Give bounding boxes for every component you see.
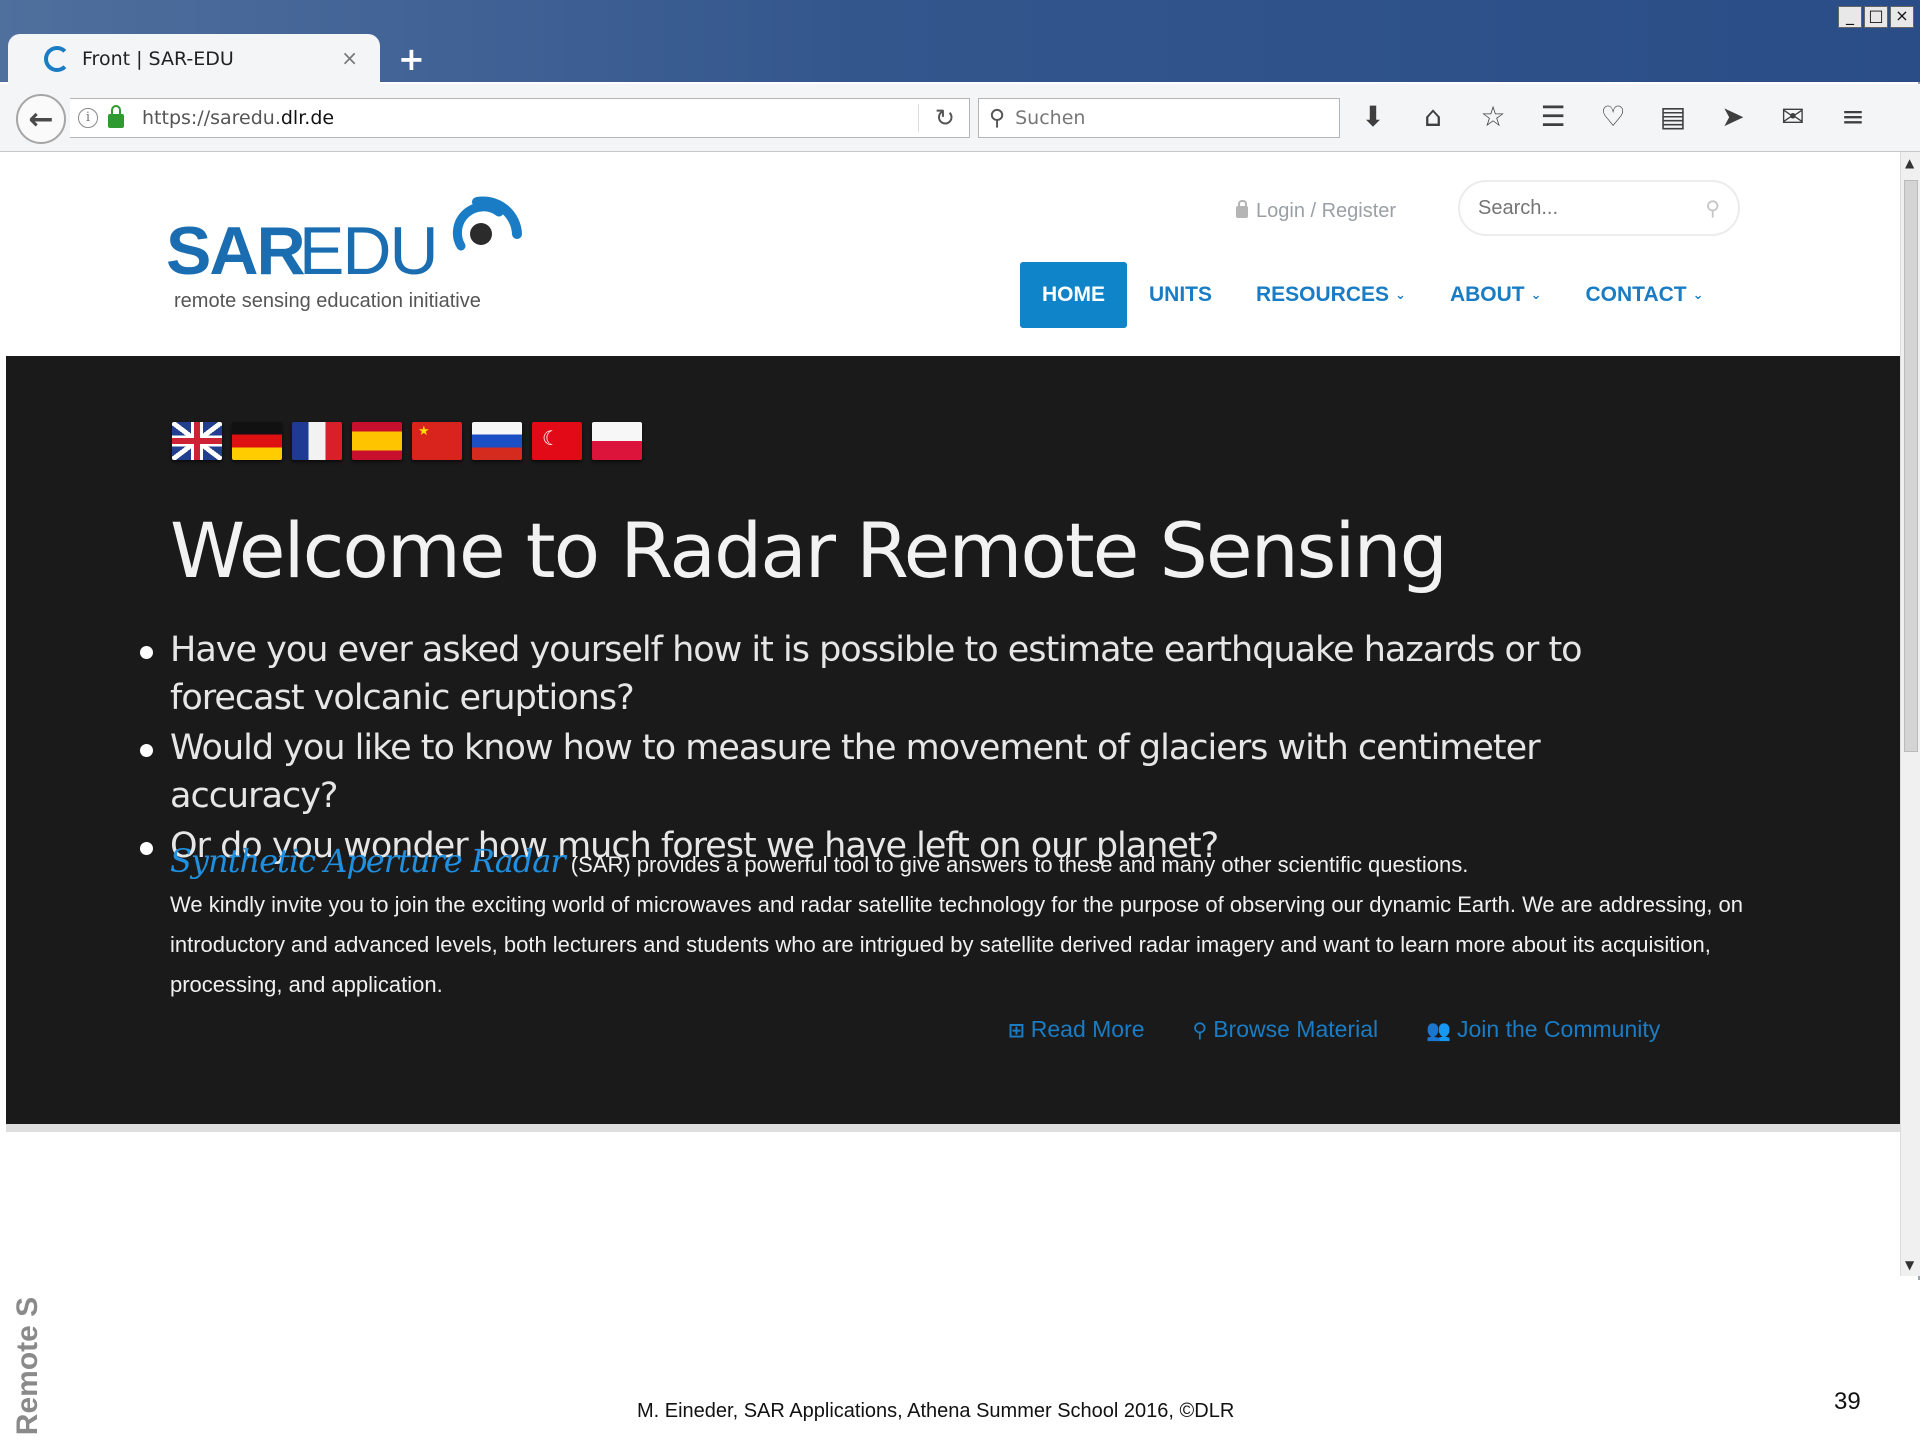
favicon-icon: [44, 46, 70, 72]
join-community-label: Join the Community: [1457, 1016, 1661, 1042]
logo-tagline: remote sensing education initiative: [174, 290, 481, 312]
read-more-link[interactable]: ⊞ Read More: [1008, 1016, 1145, 1043]
browser-toolbar: ← i https://saredu.dlr.de ↻ ⚲ Suchen ⬇ ⌂…: [0, 84, 1920, 152]
maximize-button[interactable]: □: [1864, 6, 1888, 28]
read-more-label: Read More: [1030, 1016, 1145, 1042]
slide-side-label: Remote S: [8, 1292, 48, 1440]
minimize-button[interactable]: _: [1838, 6, 1862, 28]
browser-window: _ □ × Front | SAR-EDU × + ← i https://sa…: [0, 0, 1920, 1280]
browse-material-link[interactable]: ⚲ Browse Material: [1193, 1016, 1379, 1043]
logo-edu-text: EDU: [299, 213, 439, 289]
slide-page-number: 39: [1834, 1388, 1861, 1415]
sar-script-text: Synthetic Aperture Radar: [170, 842, 566, 880]
chat-icon[interactable]: ✉: [1776, 100, 1810, 133]
nav-about-label: ABOUT: [1449, 283, 1525, 306]
users-icon: 👥: [1426, 1017, 1451, 1042]
toolbar-icons: ⬇ ⌂ ☆ ☰ ♡ ▤ ➤ ✉ ≡: [1356, 100, 1870, 133]
home-icon[interactable]: ⌂: [1416, 100, 1450, 133]
chevron-down-icon: ⌄: [1530, 287, 1542, 303]
nav-home[interactable]: HOME: [1020, 262, 1127, 328]
hero-actions: ⊞ Read More ⚲ Browse Material 👥 Join the…: [1008, 1016, 1660, 1043]
bookmark-star-icon[interactable]: ☆: [1476, 100, 1510, 133]
nav-contact[interactable]: CONTACT ⌄: [1564, 262, 1726, 328]
pocket-icon[interactable]: ♡: [1596, 100, 1630, 133]
flag-france-icon[interactable]: [292, 422, 342, 460]
nav-home-label: HOME: [1042, 283, 1105, 306]
scroll-up-icon[interactable]: ▲: [1905, 156, 1914, 170]
url-domain: dlr.de: [280, 107, 335, 129]
vertical-scrollbar[interactable]: ▲ ▼: [1900, 152, 1920, 1276]
hero-bullets: Have you ever asked yourself how it is p…: [140, 626, 1710, 872]
hero-bullet: Have you ever asked yourself how it is p…: [140, 626, 1710, 722]
tab-close-icon[interactable]: ×: [341, 46, 358, 70]
chevron-down-icon: ⌄: [1692, 287, 1704, 303]
back-button[interactable]: ←: [16, 94, 66, 144]
logo-sar-text: SAR: [166, 213, 306, 289]
hero-intro: Synthetic Aperture Radar (SAR) provides …: [170, 842, 1750, 1005]
saredu-logo[interactable]: SAR EDU remote sensing education initiat…: [166, 190, 526, 312]
search-icon[interactable]: ⚲: [1705, 196, 1720, 220]
flag-uk-icon[interactable]: [172, 422, 222, 460]
nav-contact-label: CONTACT: [1585, 283, 1687, 306]
sar-sentence: (SAR) provides a powerful tool to give a…: [564, 852, 1469, 877]
flag-germany-icon[interactable]: [232, 422, 282, 460]
url-text[interactable]: https://saredu.dlr.de: [142, 107, 334, 129]
new-tab-button[interactable]: +: [398, 40, 425, 78]
nav-units-label: UNITS: [1149, 283, 1212, 306]
title-bar: _ □ × Front | SAR-EDU × +: [0, 0, 1920, 84]
hero-title: Welcome to Radar Remote Sensing: [170, 506, 1448, 595]
send-icon[interactable]: ➤: [1716, 100, 1750, 133]
browser-search-placeholder: Suchen: [1015, 107, 1086, 129]
plus-square-icon: ⊞: [1008, 1017, 1025, 1042]
scrollbar-thumb[interactable]: [1904, 180, 1918, 752]
url-prefix: https://saredu.: [142, 107, 281, 129]
flag-china-icon[interactable]: [412, 422, 462, 460]
flag-spain-icon[interactable]: [352, 422, 402, 460]
slide-footer: M. Eineder, SAR Applications, Athena Sum…: [637, 1400, 1235, 1422]
page-viewport: SAR EDU remote sensing education initiat…: [6, 152, 1900, 1276]
site-search: ⚲: [1458, 180, 1740, 236]
info-icon[interactable]: i: [78, 108, 98, 128]
reading-list-icon[interactable]: ☰: [1536, 100, 1570, 133]
site-search-input[interactable]: [1478, 196, 1678, 220]
tab-title: Front | SAR-EDU: [82, 48, 234, 70]
main-nav: HOME UNITS RESOURCES ⌄ ABOUT ⌄ CONTACT ⌄: [1020, 262, 1726, 328]
flag-poland-icon[interactable]: [592, 422, 642, 460]
browse-material-label: Browse Material: [1213, 1016, 1379, 1042]
nav-units[interactable]: UNITS: [1127, 262, 1234, 328]
invite-paragraph: We kindly invite you to join the excitin…: [170, 892, 1744, 997]
padlock-icon: [1236, 199, 1248, 218]
logo-mark-icon: [452, 196, 522, 251]
browser-tab[interactable]: Front | SAR-EDU ×: [8, 34, 380, 84]
scroll-down-icon[interactable]: ▼: [1905, 1258, 1914, 1272]
browser-search-bar[interactable]: ⚲ Suchen: [978, 98, 1340, 138]
nav-resources[interactable]: RESOURCES ⌄: [1234, 262, 1428, 328]
language-flags: [172, 422, 642, 460]
hero-banner: Welcome to Radar Remote Sensing Have you…: [6, 356, 1900, 1132]
nav-about[interactable]: ABOUT ⌄: [1428, 262, 1564, 328]
reload-icon[interactable]: ↻: [917, 104, 955, 132]
lock-icon: [108, 105, 124, 128]
search-icon: ⚲: [1192, 1017, 1208, 1042]
address-bar[interactable]: i https://saredu.dlr.de ↻: [70, 98, 970, 138]
join-community-link[interactable]: 👥 Join the Community: [1426, 1016, 1660, 1043]
hero-bullet: Would you like to know how to measure th…: [140, 724, 1710, 820]
nav-resources-label: RESOURCES: [1256, 283, 1390, 306]
close-window-button[interactable]: ×: [1890, 6, 1914, 28]
login-register-label: Login / Register: [1256, 200, 1397, 222]
flag-russia-icon[interactable]: [472, 422, 522, 460]
side-label-text: Remote S: [11, 1296, 44, 1436]
window-controls: _ □ ×: [1838, 6, 1914, 28]
pdf-icon[interactable]: ▤: [1656, 100, 1690, 133]
chevron-down-icon: ⌄: [1395, 287, 1406, 303]
search-icon: ⚲: [989, 105, 1006, 131]
download-icon[interactable]: ⬇: [1356, 100, 1390, 133]
menu-icon[interactable]: ≡: [1836, 100, 1870, 133]
login-register-link[interactable]: Login / Register: [1236, 199, 1397, 223]
flag-turkey-icon[interactable]: [532, 422, 582, 460]
